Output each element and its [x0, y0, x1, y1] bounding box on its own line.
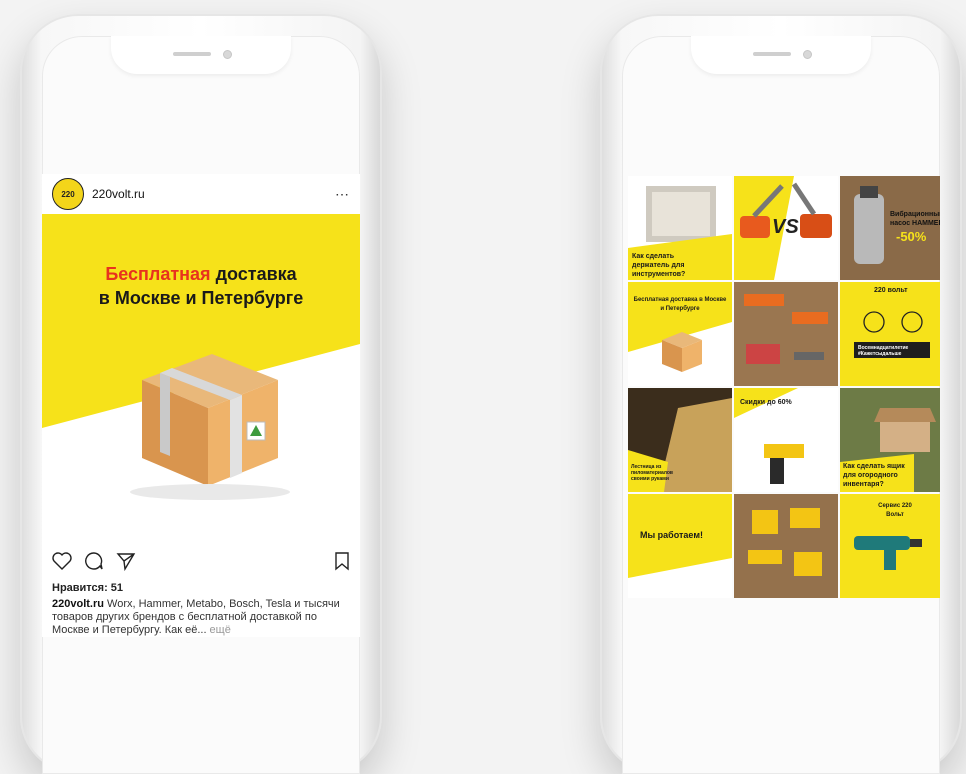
left-phone-screen: 220 220volt.ru ⋯ Бесплатная доставка в М… — [42, 36, 360, 774]
bookmark-icon[interactable] — [334, 551, 350, 571]
tile-caption: Скидки до 60% — [740, 399, 792, 406]
grid-tile[interactable]: Как сделать держатель для инструментов? — [628, 176, 732, 280]
headline-line2: в Москве и Петербурге — [98, 288, 304, 308]
post-header: 220 220volt.ru ⋯ — [42, 174, 360, 214]
headline-highlight: Бесплатная — [105, 264, 211, 284]
tile-caption: Вибрационный насос HAMMER — [890, 211, 940, 227]
right-phone: Как сделать держатель для инструментов? … — [600, 14, 962, 774]
tile-caption: 220 вольт — [874, 287, 908, 294]
grid-tile[interactable] — [734, 494, 838, 598]
grid-tile[interactable]: Мы работаем! — [628, 494, 732, 598]
tile-graphic — [854, 186, 884, 264]
grid-tile[interactable] — [734, 282, 838, 386]
caption-more-link[interactable]: ещё — [207, 624, 231, 636]
grid-tile[interactable]: Сервис 220 Вольт — [840, 494, 940, 598]
caption-username[interactable]: 220volt.ru — [52, 598, 104, 610]
headline-line1-rest: доставка — [210, 264, 297, 284]
post-actions — [42, 540, 360, 582]
front-camera — [803, 50, 812, 59]
speaker-grille — [173, 52, 211, 56]
grid-tile[interactable]: Как сделать ящик для огородного инвентар… — [840, 388, 940, 492]
post-image[interactable]: Бесплатная доставка в Москве и Петербург… — [42, 214, 360, 540]
discount-badge: -50% — [896, 229, 927, 244]
share-icon[interactable] — [116, 551, 136, 571]
avatar[interactable]: 220 — [52, 178, 84, 210]
tile-caption: Сервис 220 Вольт — [878, 503, 912, 518]
heart-icon[interactable] — [52, 552, 72, 570]
post-username[interactable]: 220volt.ru — [92, 187, 145, 201]
more-options-icon[interactable]: ⋯ — [335, 186, 350, 203]
phone-notch — [691, 36, 871, 74]
tile-graphic — [854, 311, 930, 358]
tile-vs: VS — [772, 216, 799, 238]
likes-count[interactable]: Нравится: 51 — [42, 582, 360, 594]
tile-caption: Бесплатная доставка в Москве и Петербург… — [633, 297, 727, 312]
tile-caption: Как сделать держатель для инструментов? — [632, 253, 686, 278]
tile-graphic — [734, 282, 838, 386]
comment-icon[interactable] — [84, 551, 104, 571]
grid-tile[interactable]: Вибрационный насос HAMMER -50% — [840, 176, 940, 280]
post-caption: 220volt.ru Worx, Hammer, Metabo, Bosch, … — [42, 594, 360, 637]
front-camera — [223, 50, 232, 59]
grid-tile[interactable]: Бесплатная доставка в Москве и Петербург… — [628, 282, 732, 386]
grid-tile[interactable]: Скидки до 60% — [734, 388, 838, 492]
instagram-post: 220 220volt.ru ⋯ Бесплатная доставка в М… — [42, 174, 360, 637]
grid-tile[interactable]: 220 вольт Восемнадцатилетие #Кажетсыдаль… — [840, 282, 940, 386]
tile-graphic — [628, 558, 732, 598]
post-headline: Бесплатная доставка в Москве и Петербург… — [42, 262, 360, 310]
grid-tile[interactable]: VS — [734, 176, 838, 280]
phone-notch — [111, 36, 291, 74]
right-phone-screen: Как сделать держатель для инструментов? … — [622, 36, 940, 774]
profile-grid: Как сделать держатель для инструментов? … — [628, 176, 940, 598]
tile-caption: Как сделать ящик для огородного инвентар… — [843, 463, 905, 488]
tile-graphic — [734, 494, 838, 598]
tile-caption: Мы работаем! — [640, 530, 703, 540]
tile-caption: Лестница из пиломатериалов своими руками — [631, 464, 673, 482]
speaker-grille — [753, 52, 791, 56]
left-phone: 220 220volt.ru ⋯ Бесплатная доставка в М… — [20, 14, 382, 774]
tile-subcaption: Восемнадцатилетие #Кажетсыдальше — [858, 345, 909, 357]
grid-tile[interactable]: Лестница из пиломатериалов своими руками — [628, 388, 732, 492]
